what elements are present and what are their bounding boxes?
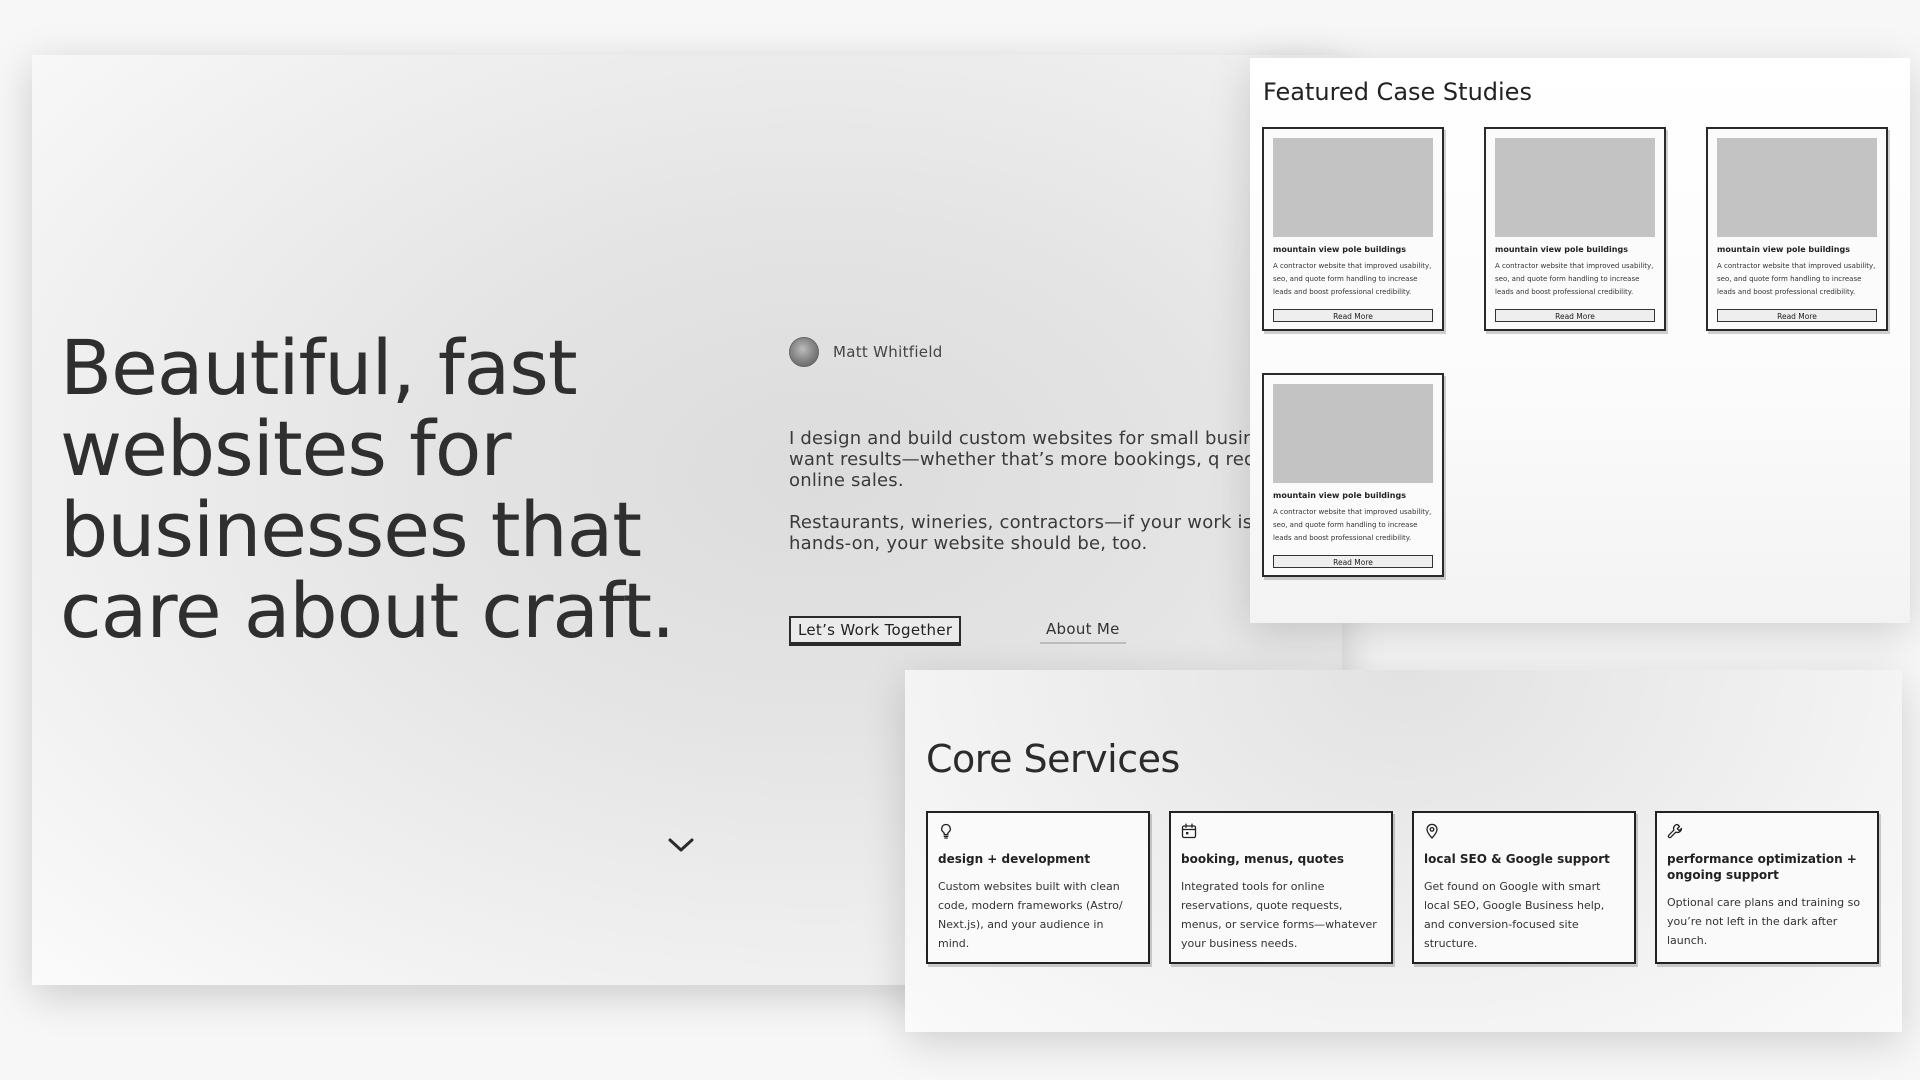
case-studies-title: Featured Case Studies [1263, 78, 1532, 106]
case-study-name: mountain view pole buildings [1717, 245, 1850, 254]
read-more-button[interactable]: Read More [1495, 309, 1655, 322]
service-name: local SEO & Google support [1424, 852, 1610, 866]
chevron-down-icon[interactable] [666, 835, 696, 855]
read-more-button[interactable]: Read More [1273, 555, 1433, 568]
case-study-card[interactable]: mountain view pole buildings A contracto… [1262, 127, 1444, 331]
service-card-seo: local SEO & Google support Get found on … [1412, 811, 1636, 964]
case-studies-section: Featured Case Studies mountain view pole… [1250, 58, 1910, 623]
service-description: Get found on Google with smart local SEO… [1424, 880, 1605, 950]
about-me-link[interactable]: About Me [1040, 620, 1126, 644]
work-together-button[interactable]: Let’s Work Together [789, 616, 962, 644]
service-description: Integrated tools for online reservations… [1181, 880, 1377, 950]
service-name: performance optimization + ongoing suppo… [1667, 852, 1857, 882]
case-study-description: A contractor website that improved usabi… [1717, 262, 1876, 296]
service-name: booking, menus, quotes [1181, 852, 1345, 866]
service-description: Custom websites built with clean code, m… [938, 880, 1123, 950]
case-study-card[interactable]: mountain view pole buildings A contracto… [1706, 127, 1888, 331]
wrench-icon [1667, 823, 1683, 839]
service-card-design: design + development Custom websites bui… [926, 811, 1150, 964]
case-study-image [1495, 138, 1655, 237]
hero-title: Beautiful, fast websites for businesses … [60, 323, 675, 655]
case-study-image [1273, 138, 1433, 237]
author-avatar [789, 337, 819, 367]
service-card-support: performance optimization + ongoing suppo… [1655, 811, 1879, 964]
calendar-icon [1181, 823, 1197, 839]
case-study-description: A contractor website that improved usabi… [1273, 262, 1432, 296]
service-name: design + development [938, 852, 1091, 866]
map-pin-icon [1426, 823, 1438, 839]
author-byline: Matt Whitfield [789, 337, 943, 367]
service-description: Optional care plans and training so you’… [1667, 896, 1861, 947]
read-more-button[interactable]: Read More [1273, 309, 1433, 322]
case-study-card[interactable]: mountain view pole buildings A contracto… [1484, 127, 1666, 331]
case-study-name: mountain view pole buildings [1273, 491, 1406, 500]
case-study-image [1273, 384, 1433, 483]
case-study-name: mountain view pole buildings [1495, 245, 1628, 254]
author-name: Matt Whitfield [833, 343, 943, 361]
case-study-image [1717, 138, 1877, 237]
case-study-name: mountain view pole buildings [1273, 245, 1406, 254]
case-study-card[interactable]: mountain view pole buildings A contracto… [1262, 373, 1444, 577]
lightbulb-icon [941, 823, 951, 839]
case-study-description: A contractor website that improved usabi… [1495, 262, 1654, 296]
core-services-title: Core Services [926, 737, 1180, 781]
read-more-button[interactable]: Read More [1717, 309, 1877, 322]
service-card-booking: booking, menus, quotes Integrated tools … [1169, 811, 1393, 964]
case-study-description: A contractor website that improved usabi… [1273, 508, 1432, 542]
core-services-section: Core Services design + development Custo… [905, 670, 1902, 1032]
